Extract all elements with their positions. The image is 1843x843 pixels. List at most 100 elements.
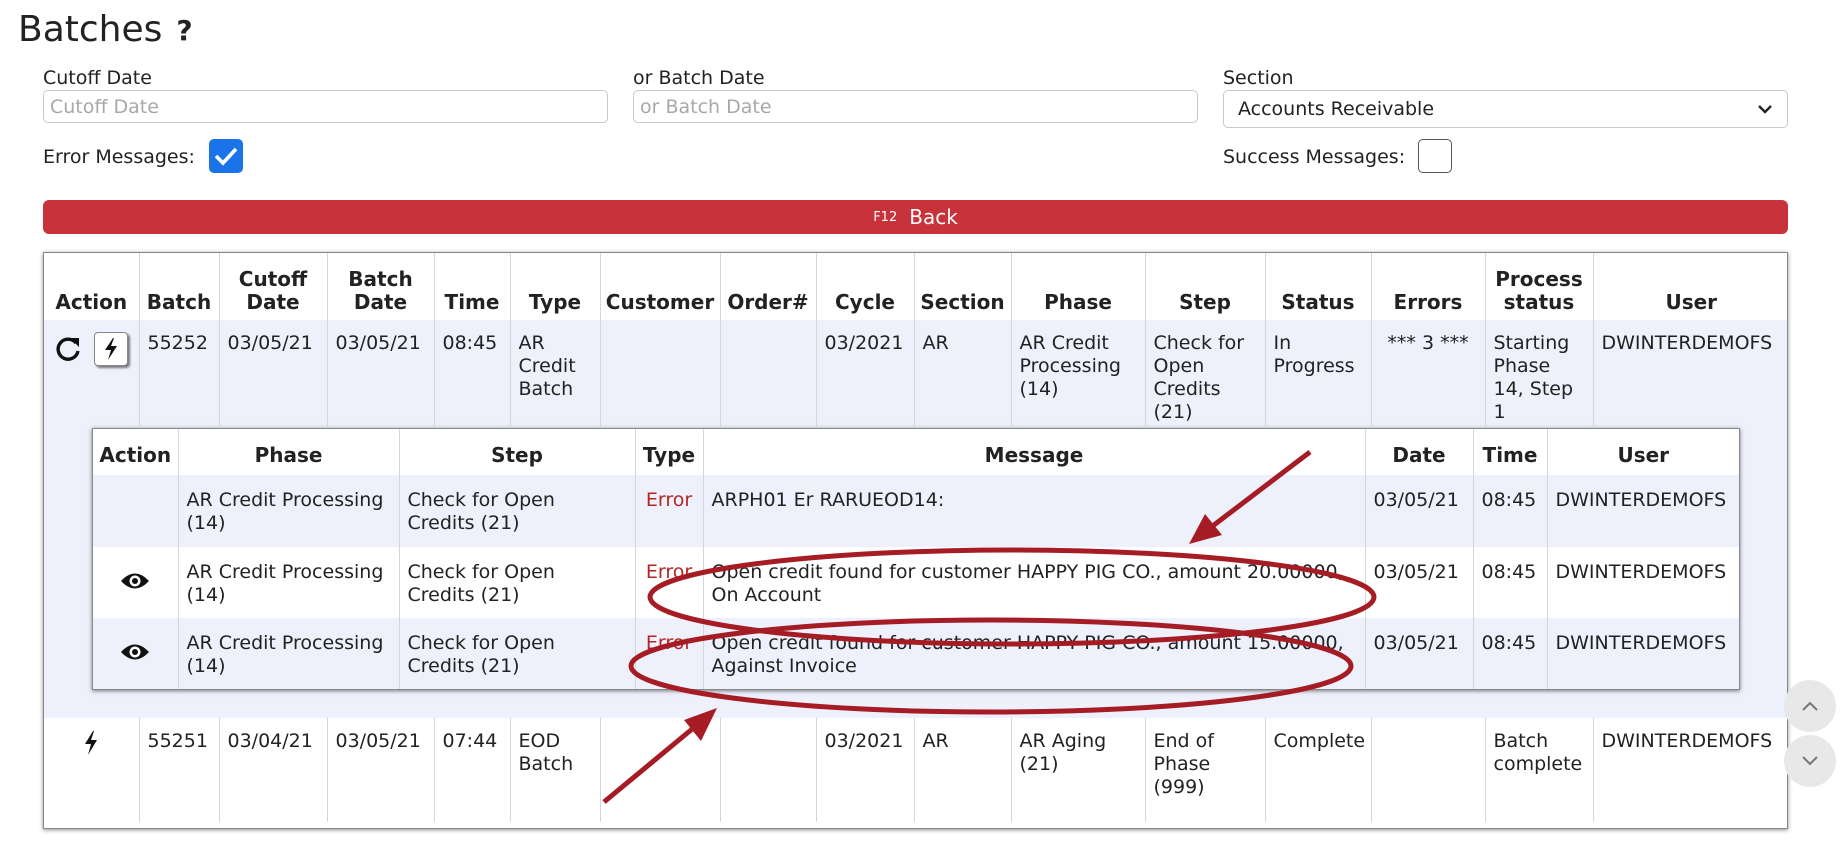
messages-header-row: Action Phase Step Type Message Date Time…: [93, 429, 1739, 475]
col-process-status[interactable]: Process status: [1484, 253, 1593, 320]
run-batch-button[interactable]: [94, 332, 129, 366]
message-row[interactable]: AR Credit Processing (14) Check for Open…: [93, 618, 1739, 689]
error-messages-label: Error Messages:: [43, 146, 195, 168]
col-errors[interactable]: Errors: [1370, 253, 1485, 320]
cell-errors[interactable]: *** 3 ***: [1370, 320, 1485, 428]
eye-icon[interactable]: [120, 641, 150, 663]
msg-cell-message: Open credit found for customer HAPPY PIG…: [702, 618, 1365, 689]
scroll-down-button[interactable]: [1784, 735, 1836, 787]
msg-cell-type: Error: [634, 475, 703, 547]
expanded-detail-row: Action Phase Step Type Message Date Time…: [44, 428, 1787, 718]
cell-user: DWINTERDEMOFS: [1592, 718, 1787, 822]
help-icon[interactable]: ?: [176, 14, 192, 47]
cell-section: AR: [913, 320, 1011, 428]
cell-time: 08:45: [433, 320, 510, 428]
msg-cell-message: ARPH01 Er RARUEOD14:: [702, 475, 1365, 547]
msg-cell-message: Open credit found for customer HAPPY PIG…: [702, 547, 1365, 618]
messages-table-container: Action Phase Step Type Message Date Time…: [92, 428, 1740, 690]
cell-order: [719, 320, 816, 428]
col-step[interactable]: Step: [1144, 253, 1265, 320]
msg-cell-time: 08:45: [1472, 475, 1547, 547]
checkmark-icon: [214, 147, 238, 166]
cell-batch: 55252: [138, 320, 219, 428]
chevron-down-icon: [1758, 105, 1772, 114]
msg-col-phase[interactable]: Phase: [177, 429, 399, 475]
cell-time: 07:44: [433, 718, 510, 822]
col-cutoff-date[interactable]: Cutoff Date: [218, 253, 327, 320]
cell-section: AR: [913, 718, 1011, 822]
section-label: Section: [1223, 67, 1294, 89]
table-row[interactable]: 55251 03/04/21 03/05/21 07:44 EOD Batch …: [44, 718, 1787, 822]
col-action[interactable]: Action: [44, 253, 139, 320]
cell-cycle: 03/2021: [815, 320, 914, 428]
cell-cycle: 03/2021: [815, 718, 914, 822]
section-select[interactable]: Accounts Receivable: [1223, 90, 1788, 128]
msg-col-action[interactable]: Action: [93, 429, 178, 475]
cell-cutoff-date: 03/05/21: [218, 320, 327, 428]
cell-phase: AR Aging (21): [1010, 718, 1145, 822]
success-messages-checkbox[interactable]: [1418, 139, 1452, 173]
msg-col-user[interactable]: User: [1546, 429, 1739, 475]
cell-status: Complete: [1264, 718, 1371, 822]
message-row[interactable]: AR Credit Processing (14) Check for Open…: [93, 547, 1739, 618]
cell-batch-date: 03/05/21: [326, 320, 434, 428]
msg-cell-user: DWINTERDEMOFS: [1546, 475, 1739, 547]
col-cycle[interactable]: Cycle: [815, 253, 914, 320]
message-row[interactable]: AR Credit Processing (14) Check for Open…: [93, 475, 1739, 547]
table-row[interactable]: 55252 03/05/21 03/05/21 08:45 AR Credit …: [44, 320, 1787, 428]
msg-col-date[interactable]: Date: [1364, 429, 1473, 475]
cell-status: In Progress: [1264, 320, 1371, 428]
lightning-bolt-icon[interactable]: [82, 730, 100, 756]
msg-col-type[interactable]: Type: [634, 429, 703, 475]
cell-user: DWINTERDEMOFS: [1592, 320, 1787, 428]
msg-cell-phase: AR Credit Processing (14): [177, 618, 399, 689]
col-section[interactable]: Section: [913, 253, 1011, 320]
col-customer[interactable]: Customer: [599, 253, 720, 320]
msg-cell-type: Error: [634, 618, 703, 689]
col-user[interactable]: User: [1592, 253, 1787, 320]
msg-cell-user: DWINTERDEMOFS: [1546, 547, 1739, 618]
msg-col-time[interactable]: Time: [1472, 429, 1547, 475]
cell-process-status: Starting Phase 14, Step 1: [1484, 320, 1593, 428]
batches-header-row: Action Batch Cutoff Date Batch Date Time T…: [44, 253, 1787, 320]
msg-cell-time: 08:45: [1472, 618, 1547, 689]
detail-cell: Action Phase Step Type Message Date Time…: [44, 428, 1787, 718]
page-title: Batches?: [18, 9, 193, 50]
msg-cell-type: Error: [634, 547, 703, 618]
lightning-bolt-icon: [105, 338, 118, 360]
messages-table: Action Phase Step Type Message Date Time…: [93, 429, 1739, 689]
cell-step: Check for Open Credits (21): [1144, 320, 1265, 428]
col-order[interactable]: Order#: [719, 253, 816, 320]
col-phase[interactable]: Phase: [1010, 253, 1145, 320]
col-batch[interactable]: Batch: [138, 253, 219, 320]
cell-batch-date: 03/05/21: [326, 718, 434, 822]
cell-customer: [599, 320, 720, 428]
cell-step: End of Phase (999): [1144, 718, 1265, 822]
chevron-up-icon: [1802, 701, 1818, 711]
batches-table: Action Batch Cutoff Date Batch Date Time T…: [44, 253, 1787, 822]
col-type[interactable]: Type: [509, 253, 600, 320]
row-actions: [44, 718, 139, 822]
msg-cell-step: Check for Open Credits (21): [398, 475, 635, 547]
error-messages-checkbox[interactable]: [209, 139, 243, 173]
back-button[interactable]: F12 Back: [43, 200, 1788, 234]
msg-cell-phase: AR Credit Processing (14): [177, 547, 399, 618]
msg-cell-phase: AR Credit Processing (14): [177, 475, 399, 547]
col-status[interactable]: Status: [1264, 253, 1371, 320]
msg-cell-step: Check for Open Credits (21): [398, 618, 635, 689]
col-batch-date[interactable]: Batch Date: [326, 253, 434, 320]
cell-errors: [1370, 718, 1485, 822]
msg-cell-time: 08:45: [1472, 547, 1547, 618]
msg-cell-action: [93, 547, 178, 618]
refresh-icon[interactable]: [54, 335, 82, 363]
msg-cell-date: 03/05/21: [1364, 618, 1473, 689]
cutoff-date-input[interactable]: [43, 90, 608, 123]
col-time[interactable]: Time: [433, 253, 510, 320]
cell-customer: [599, 718, 720, 822]
scroll-up-button[interactable]: [1784, 680, 1836, 732]
eye-icon[interactable]: [120, 570, 150, 592]
msg-col-message[interactable]: Message: [702, 429, 1365, 475]
msg-cell-date: 03/05/21: [1364, 547, 1473, 618]
msg-col-step[interactable]: Step: [398, 429, 635, 475]
batch-date-input[interactable]: [633, 90, 1198, 123]
